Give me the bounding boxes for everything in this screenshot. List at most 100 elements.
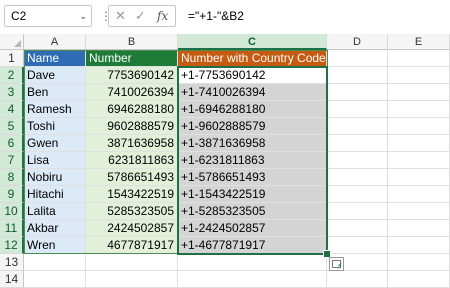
empty-cell[interactable] xyxy=(388,101,450,118)
empty-cell[interactable] xyxy=(388,271,450,288)
column-header-d[interactable]: D xyxy=(327,34,388,50)
number-cell[interactable]: 3871636958 xyxy=(86,135,178,152)
empty-cell[interactable] xyxy=(178,271,327,288)
empty-cell[interactable] xyxy=(388,50,450,67)
column-header-e[interactable]: E xyxy=(388,34,450,50)
row-header-3[interactable]: 3 xyxy=(0,84,24,101)
name-cell[interactable]: Hitachi xyxy=(24,186,86,203)
empty-cell[interactable] xyxy=(327,67,388,84)
empty-cell[interactable] xyxy=(388,169,450,186)
empty-cell[interactable] xyxy=(388,186,450,203)
empty-cell[interactable] xyxy=(327,118,388,135)
row-header-10[interactable]: 10 xyxy=(0,203,24,220)
empty-cell[interactable] xyxy=(388,237,450,254)
country-code-cell-active[interactable]: +1-7753690142 xyxy=(178,67,327,84)
empty-cell[interactable] xyxy=(327,135,388,152)
number-cell[interactable]: 5786651493 xyxy=(86,169,178,186)
chevron-down-icon[interactable]: ⌄ xyxy=(79,6,87,26)
empty-cell[interactable] xyxy=(388,67,450,84)
name-cell[interactable]: Gwen xyxy=(24,135,86,152)
row-header-8[interactable]: 8 xyxy=(0,169,24,186)
row-header-7[interactable]: 7 xyxy=(0,152,24,169)
cancel-icon[interactable]: ✕ xyxy=(115,6,126,26)
row-header-1[interactable]: 1 xyxy=(0,50,24,67)
name-cell[interactable]: Dave xyxy=(24,67,86,84)
row-header-12[interactable]: 12 xyxy=(0,237,24,254)
row-header-11[interactable]: 11 xyxy=(0,220,24,237)
empty-cell[interactable] xyxy=(24,271,86,288)
country-code-cell[interactable]: +1-5285323505 xyxy=(178,203,327,220)
row-header-4[interactable]: 4 xyxy=(0,101,24,118)
row-header-9[interactable]: 9 xyxy=(0,186,24,203)
empty-cell[interactable] xyxy=(178,254,327,271)
empty-cell[interactable] xyxy=(327,271,388,288)
name-cell[interactable]: Lalita xyxy=(24,203,86,220)
name-cell[interactable]: Toshi xyxy=(24,118,86,135)
name-cell[interactable]: Ramesh xyxy=(24,101,86,118)
column-header-c[interactable]: C xyxy=(178,34,327,50)
column-header-b[interactable]: B xyxy=(86,34,178,50)
empty-cell[interactable] xyxy=(86,254,178,271)
empty-cell[interactable] xyxy=(388,84,450,101)
country-code-cell[interactable]: +1-2424502857 xyxy=(178,220,327,237)
empty-cell[interactable] xyxy=(327,203,388,220)
row-header-14[interactable]: 14 xyxy=(0,271,24,288)
number-cell[interactable]: 1543422519 xyxy=(86,186,178,203)
empty-cell[interactable] xyxy=(388,220,450,237)
empty-cell[interactable] xyxy=(327,186,388,203)
empty-cell[interactable] xyxy=(327,152,388,169)
column-header-a[interactable]: A xyxy=(24,34,86,50)
number-cell[interactable]: 5285323505 xyxy=(86,203,178,220)
name-cell[interactable]: Ben xyxy=(24,84,86,101)
country-code-cell[interactable]: +1-9602888579 xyxy=(178,118,327,135)
number-cell[interactable]: 7410026394 xyxy=(86,84,178,101)
number-cell[interactable]: 6946288180 xyxy=(86,101,178,118)
empty-cell[interactable] xyxy=(388,152,450,169)
quick-analysis-button[interactable]: ⚡ xyxy=(329,257,344,271)
formula-bar: C2 ⌄ ⋮ ✕ ✓ fx ="+1-"&B2 xyxy=(0,0,450,35)
row-header-13[interactable]: 13 xyxy=(0,254,24,271)
name-box[interactable]: C2 ⌄ xyxy=(4,5,92,27)
empty-cell[interactable] xyxy=(327,101,388,118)
country-code-cell[interactable]: +1-3871636958 xyxy=(178,135,327,152)
name-cell[interactable]: Wren xyxy=(24,237,86,254)
insert-function-icon[interactable]: fx xyxy=(157,6,168,26)
empty-cell[interactable] xyxy=(327,237,388,254)
row-header-2[interactable]: 2 xyxy=(0,67,24,84)
name-cell[interactable]: Nobiru xyxy=(24,169,86,186)
empty-cell[interactable] xyxy=(24,254,86,271)
empty-cell[interactable] xyxy=(327,84,388,101)
country-code-cell[interactable]: +1-4677871917 xyxy=(178,237,327,254)
empty-cell[interactable] xyxy=(327,50,388,67)
enter-icon[interactable]: ✓ xyxy=(135,6,146,26)
formula-input[interactable]: ="+1-"&B2 xyxy=(180,5,450,27)
select-all-icon xyxy=(14,40,21,47)
select-all-button[interactable] xyxy=(0,34,24,50)
name-cell[interactable]: Lisa xyxy=(24,152,86,169)
country-code-cell[interactable]: +1-6946288180 xyxy=(178,101,327,118)
name-cell[interactable]: Akbar xyxy=(24,220,86,237)
row-header-6[interactable]: 6 xyxy=(0,135,24,152)
row-header-5[interactable]: 5 xyxy=(0,118,24,135)
empty-cell[interactable] xyxy=(327,169,388,186)
number-cell[interactable]: 6231811863 xyxy=(86,152,178,169)
number-cell[interactable]: 9602888579 xyxy=(86,118,178,135)
empty-cell[interactable] xyxy=(388,254,450,271)
country-code-cell[interactable]: +1-5786651493 xyxy=(178,169,327,186)
empty-cell[interactable] xyxy=(388,118,450,135)
number-cell[interactable]: 7753690142 xyxy=(86,67,178,84)
name-box-value: C2 xyxy=(11,9,27,23)
empty-cell[interactable] xyxy=(388,203,450,220)
header-cell-number[interactable]: Number xyxy=(86,50,178,67)
header-cell-name[interactable]: Name xyxy=(24,50,86,67)
number-cell[interactable]: 2424502857 xyxy=(86,220,178,237)
empty-cell[interactable] xyxy=(327,220,388,237)
empty-cell[interactable] xyxy=(86,271,178,288)
country-code-cell[interactable]: +1-7410026394 xyxy=(178,84,327,101)
country-code-cell[interactable]: +1-6231811863 xyxy=(178,152,327,169)
header-cell-country-code[interactable]: Number with Country Code xyxy=(178,50,327,67)
country-code-cell[interactable]: +1-1543422519 xyxy=(178,186,327,203)
empty-cell[interactable] xyxy=(388,135,450,152)
number-cell[interactable]: 4677871917 xyxy=(86,237,178,254)
bolt-icon: ⚡ xyxy=(336,261,343,271)
